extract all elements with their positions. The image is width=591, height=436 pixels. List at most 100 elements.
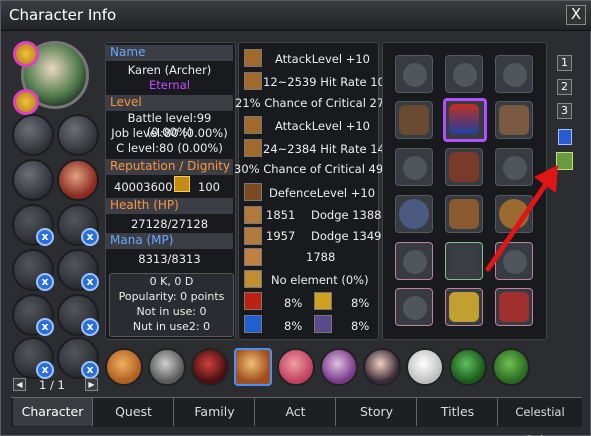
equip-slot-hat[interactable] xyxy=(445,55,483,93)
light-value: 8% xyxy=(351,296,370,310)
pet-slot[interactable] xyxy=(363,348,401,386)
tab-celestial-spire[interactable]: Celestial Spire xyxy=(499,398,581,436)
mp-value: 8313/8313 xyxy=(138,252,201,266)
element-text: No element (0%) xyxy=(271,273,369,287)
mp-heading: Mana (MP) xyxy=(106,233,233,249)
tab-character[interactable]: Character xyxy=(13,398,93,426)
not-in-use2-text: Nut in use2: 0 xyxy=(132,320,211,333)
pet-slot[interactable] xyxy=(191,348,229,386)
other-stat: 1788 xyxy=(306,250,336,264)
companion-slot-empty[interactable]: x xyxy=(12,249,54,291)
equip-slot-weapon[interactable] xyxy=(395,101,433,139)
companion-slot[interactable] xyxy=(12,159,54,201)
hit-rate-1: 12~2539 Hit Rate 1014 xyxy=(263,75,400,89)
dignity-value: 100 xyxy=(198,180,220,194)
water-icon xyxy=(244,315,262,333)
tab-quest[interactable]: Quest xyxy=(94,398,174,426)
remove-icon[interactable]: x xyxy=(36,318,54,336)
level-heading: Level xyxy=(106,95,233,111)
close-button[interactable]: X xyxy=(566,5,586,25)
page-2-button[interactable]: 2 xyxy=(557,79,572,95)
c-level: C level:80 (0.00%) xyxy=(116,141,223,155)
combat-stats-panel: AttackLevel +10 12~2539 Hit Rate 1014 21… xyxy=(234,42,400,340)
element-icon xyxy=(244,270,262,288)
next-page-button[interactable]: ▶ xyxy=(85,378,98,391)
defense-icon xyxy=(244,206,262,224)
pet-slot[interactable] xyxy=(449,348,487,386)
pet-slot[interactable] xyxy=(406,348,444,386)
resist-icon xyxy=(244,248,262,266)
title-tag: Eternal xyxy=(149,78,190,92)
hit-rate-2: 24~2384 Hit Rate 1482 xyxy=(263,142,400,156)
page-3-button[interactable]: 3 xyxy=(557,103,572,119)
companion-slot-empty[interactable]: x xyxy=(12,294,54,336)
gold-medal-icon[interactable] xyxy=(13,41,39,67)
fire-value: 8% xyxy=(284,296,303,310)
dodge-2: Dodge 1349 xyxy=(311,229,382,243)
reputation-heading: Reputation / Dignity xyxy=(106,159,233,175)
pet-slot[interactable] xyxy=(277,348,315,386)
stats-summary-box: 0 K, 0 D Popularity: 0 points Not in use… xyxy=(109,273,234,337)
page-indicator: 1 / 1 xyxy=(39,378,65,392)
remove-icon[interactable]: x xyxy=(36,228,54,246)
companion-slot-empty[interactable]: x xyxy=(57,249,99,291)
prev-page-button[interactable]: ◀ xyxy=(13,378,26,391)
companion-slot[interactable] xyxy=(12,114,54,156)
pet-slot[interactable] xyxy=(105,348,143,386)
dignity-icon xyxy=(174,176,190,192)
attack-level-1: AttackLevel +10 xyxy=(275,52,370,66)
equip-slot-costume-a[interactable] xyxy=(395,242,433,280)
equip-slot-gloves[interactable] xyxy=(395,148,433,186)
tab-family[interactable]: Family xyxy=(175,398,255,426)
remove-icon[interactable]: x xyxy=(81,318,99,336)
defense-1: 1851 xyxy=(266,208,296,222)
character-info-window: Character Info X x x x x x x x x Name Ka… xyxy=(0,0,591,436)
equip-slot-pet-a[interactable] xyxy=(445,288,483,326)
page-1-button[interactable]: 1 xyxy=(557,55,572,71)
pet-slot[interactable] xyxy=(320,348,358,386)
popularity-text: Popularity: 0 points xyxy=(118,290,225,303)
tab-titles[interactable]: Titles xyxy=(418,398,498,426)
blue-card-icon[interactable] xyxy=(558,129,572,145)
companion-slot[interactable] xyxy=(57,159,99,201)
companion-slot-empty[interactable]: x xyxy=(57,204,99,246)
light-icon xyxy=(314,292,332,310)
remove-icon[interactable]: x xyxy=(81,273,99,291)
fire-icon xyxy=(244,292,262,310)
equip-slot-secondary[interactable] xyxy=(495,101,533,139)
tab-story[interactable]: Story xyxy=(337,398,417,426)
equip-slot-mask[interactable] xyxy=(395,55,433,93)
character-name: Karen (Archer) xyxy=(127,63,212,77)
companion-slot-empty[interactable]: x xyxy=(12,204,54,246)
wind-icon xyxy=(314,315,332,333)
gold-medal-icon[interactable] xyxy=(13,89,39,115)
equip-slot-wings[interactable] xyxy=(495,55,533,93)
hp-value: 27128/27128 xyxy=(130,217,209,231)
crit-1: 21% Chance of Critical 270 xyxy=(235,96,392,110)
window-title: Character Info xyxy=(9,6,117,24)
not-in-use-text: Not in use: 0 xyxy=(136,305,207,318)
sword-icon xyxy=(244,139,262,157)
tab-act[interactable]: Act xyxy=(256,398,336,426)
remove-icon[interactable]: x xyxy=(36,273,54,291)
title-bar[interactable]: Character Info X xyxy=(1,1,591,31)
bow-icon xyxy=(244,116,262,134)
wind-value: 8% xyxy=(351,319,370,333)
equip-slot-pet-b[interactable] xyxy=(495,288,533,326)
shield-icon xyxy=(244,183,262,201)
red-arrow-annotation xyxy=(485,165,558,272)
equip-slot-selected[interactable] xyxy=(443,98,487,142)
equip-slot-ring[interactable] xyxy=(395,195,433,233)
equip-slot-fairy[interactable] xyxy=(395,288,433,326)
remove-icon[interactable]: x xyxy=(36,361,54,379)
pet-slot[interactable] xyxy=(234,348,272,386)
remove-icon[interactable]: x xyxy=(81,361,99,379)
pet-slot[interactable] xyxy=(492,348,530,386)
companion-slot-empty[interactable]: x xyxy=(57,294,99,336)
kd-text: 0 K, 0 D xyxy=(149,275,194,288)
pet-slot[interactable] xyxy=(148,348,186,386)
remove-icon[interactable]: x xyxy=(81,228,99,246)
companion-slot[interactable] xyxy=(57,114,99,156)
companion-slot-empty[interactable]: x xyxy=(12,337,54,379)
companion-slot-empty[interactable]: x xyxy=(57,337,99,379)
